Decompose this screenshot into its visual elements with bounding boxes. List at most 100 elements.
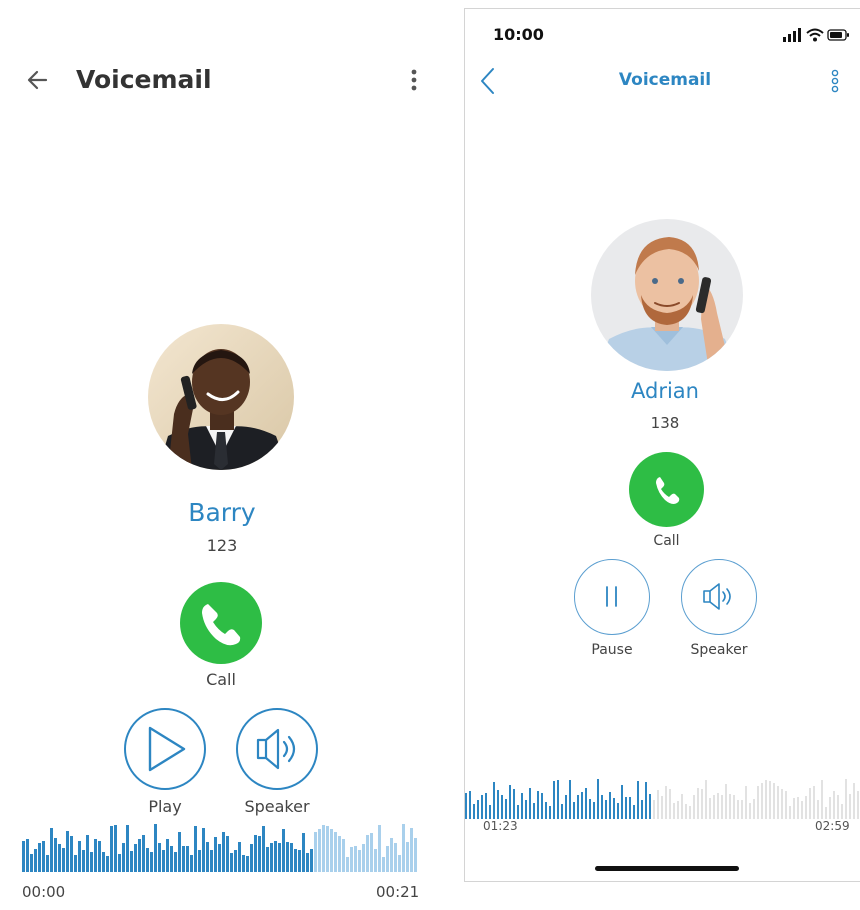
wifi-icon bbox=[806, 28, 824, 42]
waveform-bar bbox=[306, 853, 309, 872]
waveform-bar bbox=[857, 791, 859, 819]
waveform-bar bbox=[509, 785, 511, 819]
waveform-bar bbox=[394, 843, 397, 872]
waveform-bar bbox=[817, 800, 819, 819]
call-label: Call bbox=[653, 533, 680, 549]
waveform-bar bbox=[122, 843, 125, 872]
waveform-bar bbox=[146, 848, 149, 872]
playback-total-time: 02:59 bbox=[815, 819, 850, 833]
waveform-bar bbox=[657, 790, 659, 819]
waveform-bar bbox=[110, 826, 113, 872]
waveform-bar bbox=[745, 786, 747, 819]
waveform-bar bbox=[274, 841, 277, 872]
waveform-bar bbox=[338, 836, 341, 872]
waveform-bar bbox=[158, 843, 161, 872]
waveform-bar bbox=[645, 782, 647, 819]
waveform-bar bbox=[102, 852, 105, 872]
play-button[interactable] bbox=[124, 708, 206, 790]
waveform-bar bbox=[58, 844, 61, 872]
waveform-bar bbox=[753, 799, 755, 819]
waveform-bar bbox=[617, 803, 619, 819]
waveform-bar bbox=[505, 799, 507, 819]
waveform-bar bbox=[226, 836, 229, 872]
waveform-bar bbox=[138, 839, 141, 872]
waveform-bar bbox=[797, 797, 799, 819]
waveform-bar bbox=[537, 791, 539, 819]
waveform-bar bbox=[214, 837, 217, 872]
waveform-bar bbox=[713, 795, 715, 819]
arrow-left-icon[interactable] bbox=[24, 66, 52, 94]
contact-extension: 123 bbox=[206, 536, 238, 555]
waveform-bar bbox=[489, 805, 491, 819]
waveform-bar bbox=[258, 836, 261, 872]
speaker-label: Speaker bbox=[690, 642, 748, 658]
waveform-bar bbox=[689, 806, 691, 819]
cellular-signal-icon bbox=[783, 28, 801, 42]
waveform-bar bbox=[54, 838, 57, 872]
waveform-bar bbox=[166, 839, 169, 872]
waveform-bar bbox=[26, 839, 29, 872]
waveform-bar bbox=[410, 828, 413, 872]
waveform-bar bbox=[621, 785, 623, 819]
waveform-bar bbox=[366, 835, 369, 872]
pause-button[interactable] bbox=[574, 559, 650, 635]
waveform-bar bbox=[481, 795, 483, 819]
more-vertical-icon[interactable] bbox=[402, 66, 426, 94]
more-vertical-icon[interactable] bbox=[827, 67, 843, 95]
waveform-bar bbox=[493, 782, 495, 819]
waveform-bar bbox=[34, 849, 37, 872]
waveform-bar bbox=[685, 804, 687, 819]
waveform-bar bbox=[469, 791, 471, 819]
speaker-label: Speaker bbox=[244, 797, 310, 816]
call-label: Call bbox=[206, 670, 236, 689]
waveform-bar bbox=[86, 835, 89, 872]
speaker-button[interactable] bbox=[681, 559, 757, 635]
waveform-bar bbox=[106, 856, 109, 872]
chevron-left-icon[interactable] bbox=[477, 65, 499, 97]
call-button[interactable] bbox=[629, 452, 704, 527]
status-bar-icons bbox=[781, 27, 853, 43]
waveform-bar bbox=[821, 780, 823, 819]
waveform-bar bbox=[613, 798, 615, 819]
audio-waveform-scrubber[interactable] bbox=[22, 824, 420, 872]
waveform-bar bbox=[350, 847, 353, 872]
waveform-bar bbox=[709, 798, 711, 819]
waveform-bar bbox=[358, 850, 361, 872]
waveform-bar bbox=[242, 855, 245, 872]
waveform-bar bbox=[234, 850, 237, 872]
waveform-bar bbox=[238, 842, 241, 872]
waveform-bar bbox=[525, 800, 527, 819]
waveform-bar bbox=[390, 838, 393, 872]
waveform-bar bbox=[625, 797, 627, 819]
waveform-bar bbox=[38, 843, 41, 872]
waveform-bar bbox=[733, 795, 735, 819]
waveform-bar bbox=[202, 828, 205, 872]
waveform-bar bbox=[374, 849, 377, 872]
waveform-bar bbox=[414, 838, 417, 872]
speaker-icon bbox=[256, 728, 296, 770]
waveform-bar bbox=[729, 794, 731, 819]
page-title: Voicemail bbox=[618, 70, 712, 90]
audio-waveform-scrubber[interactable] bbox=[465, 779, 860, 819]
waveform-bar bbox=[282, 829, 285, 872]
waveform-bar bbox=[805, 796, 807, 819]
waveform-bar bbox=[194, 826, 197, 872]
waveform-bar bbox=[677, 801, 679, 819]
waveform-bar bbox=[30, 854, 33, 872]
waveform-bar bbox=[605, 800, 607, 819]
waveform-bar bbox=[597, 779, 599, 819]
waveform-bar bbox=[553, 781, 555, 819]
waveform-bar bbox=[150, 852, 153, 872]
waveform-bar bbox=[270, 843, 273, 872]
waveform-bar bbox=[609, 792, 611, 819]
waveform-bar bbox=[717, 793, 719, 819]
waveform-bar bbox=[342, 839, 345, 872]
waveform-bar bbox=[142, 835, 145, 872]
waveform-bar bbox=[250, 844, 253, 872]
waveform-bar bbox=[406, 842, 409, 872]
waveform-bar bbox=[725, 784, 727, 819]
call-button[interactable] bbox=[180, 582, 262, 664]
waveform-bar bbox=[114, 825, 117, 872]
speaker-button[interactable] bbox=[236, 708, 318, 790]
waveform-bar bbox=[310, 849, 313, 872]
